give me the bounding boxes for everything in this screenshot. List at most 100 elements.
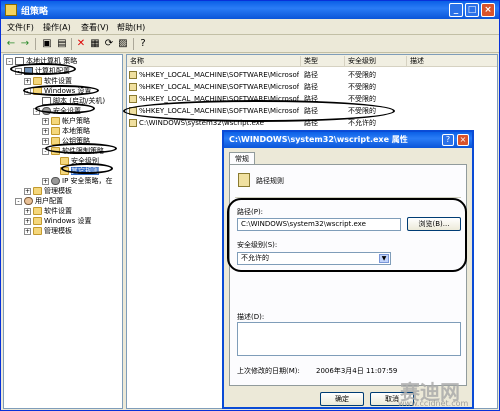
description-textarea[interactable] — [237, 322, 461, 356]
up-folder-icon[interactable]: ▣ — [41, 38, 53, 50]
column-level[interactable]: 安全级别 — [345, 56, 407, 66]
rule-name: %HKEY_LOCAL_MACHINE\SOFTWARE\Microsoft\.… — [129, 81, 299, 93]
security-level-value: 不允许的 — [241, 254, 269, 262]
tree-item[interactable]: - 软件限制策略 — [42, 146, 104, 156]
folder-icon — [33, 217, 42, 225]
expand-icon[interactable]: + — [42, 177, 49, 185]
toolbar-separator — [35, 38, 36, 50]
collapse-icon[interactable]: - — [42, 147, 49, 155]
tree-item-label: Windows 设置 — [44, 217, 92, 225]
path-rule-icon — [129, 95, 137, 103]
dialog-help-button[interactable]: ? — [442, 134, 454, 146]
tree-item[interactable]: + 管理模板 — [24, 226, 72, 236]
doc-icon — [42, 97, 51, 105]
tree-item-label: IP 安全策略，在 — [62, 177, 113, 185]
ok-button[interactable]: 确定 — [320, 392, 364, 406]
list-row[interactable]: C:\WINDOWS\system32\wscript.exe 路径 不允许的 — [127, 117, 497, 129]
collapse-icon[interactable]: - — [15, 197, 22, 205]
tree-item[interactable]: + 软件设置 — [24, 76, 72, 86]
menu-help[interactable]: 帮助(H) — [117, 22, 145, 33]
expand-icon[interactable]: + — [42, 127, 49, 135]
tree-item[interactable]: - 用户配置 — [15, 196, 63, 206]
gear-icon — [51, 177, 60, 185]
delete-icon[interactable]: ✕ — [75, 38, 87, 50]
refresh-icon[interactable]: ⟳ — [103, 38, 115, 50]
expand-icon[interactable]: + — [24, 187, 31, 195]
console-tree[interactable]: - 本地计算机 策略 - 计算机配置 + 软件设置 - Windows 设置 脚本 (启动/关机… — [3, 54, 123, 409]
back-icon[interactable]: ← — [5, 38, 17, 50]
menu-view[interactable]: 查看(V) — [81, 22, 109, 33]
properties-dialog: C:\WINDOWS\system32\wscript.exe 属性 ? × 常… — [222, 130, 474, 409]
expand-icon[interactable]: + — [24, 207, 31, 215]
tree-item[interactable]: + 公钥策略 — [42, 136, 90, 146]
toolbar-separator — [71, 38, 72, 50]
expand-icon[interactable]: + — [42, 117, 49, 125]
tree-item[interactable]: + Windows 设置 — [24, 216, 91, 226]
expand-icon[interactable]: + — [24, 217, 31, 225]
maximize-button[interactable]: □ — [465, 3, 479, 17]
chevron-down-icon[interactable]: ▼ — [379, 254, 389, 263]
dialog-close-button[interactable]: × — [457, 134, 469, 146]
column-description[interactable]: 描述 — [407, 56, 497, 66]
rule-level-text: 不允许的 — [348, 119, 376, 127]
policy-app-icon — [5, 4, 17, 16]
collapse-icon[interactable]: - — [6, 57, 13, 65]
tree-item[interactable]: + 软件设置 — [24, 206, 72, 216]
collapse-icon[interactable]: - — [33, 107, 40, 115]
rule-type: 路径 — [304, 69, 344, 81]
list-row[interactable]: %HKEY_LOCAL_MACHINE\SOFTWARE\Microsoft\.… — [127, 81, 497, 93]
tree-item[interactable]: + 帐户策略 — [42, 116, 90, 126]
expand-icon[interactable]: + — [24, 227, 31, 235]
rule-level: 不受限的 — [348, 81, 406, 93]
path-input[interactable]: C:\WINDOWS\system32\wscript.exe — [237, 218, 401, 231]
expand-icon[interactable]: + — [42, 137, 49, 145]
expand-icon[interactable]: + — [24, 77, 31, 85]
tree-item[interactable]: - 计算机配置 — [15, 66, 70, 76]
forward-icon[interactable]: → — [19, 38, 31, 50]
rule-header: 路径规则 — [256, 177, 284, 185]
minimize-button[interactable]: _ — [449, 3, 463, 17]
rule-type-text: 路径 — [304, 83, 318, 91]
list-row[interactable]: %HKEY_LOCAL_MACHINE\SOFTWARE\Microsoft\.… — [127, 93, 497, 105]
tree-item[interactable]: + 本地策略 — [42, 126, 90, 136]
tab-body: 路径规则 路径(P): C:\WINDOWS\system32\wscript.… — [229, 164, 467, 386]
rule-type-text: 路径 — [304, 119, 318, 127]
folder-icon — [33, 227, 42, 235]
list-row[interactable]: %HKEY_LOCAL_MACHINE\SOFTWARE\Microsoft\.… — [127, 105, 497, 117]
last-modified-value: 2006年3月4日 11:07:59 — [316, 367, 398, 375]
browse-button[interactable]: 浏览(B)... — [407, 217, 461, 231]
folder-icon — [51, 127, 60, 135]
column-type[interactable]: 类型 — [301, 56, 345, 66]
tree-item[interactable]: 安全级别 — [51, 156, 99, 166]
rule-name: %HKEY_LOCAL_MACHINE\SOFTWARE\Microsoft\.… — [129, 93, 299, 105]
tree-item[interactable]: 脚本 (启动/关机) — [33, 96, 105, 106]
tree-item-label: 帐户策略 — [62, 117, 90, 125]
show-hide-tree-icon[interactable]: ▤ — [56, 38, 68, 50]
rule-name-text: %HKEY_LOCAL_MACHINE\SOFTWARE\Microsoft\.… — [139, 83, 299, 91]
menu-file[interactable]: 文件(F) — [7, 22, 34, 33]
path-rule-icon — [129, 119, 137, 127]
collapse-icon[interactable]: - — [15, 67, 22, 75]
list-row[interactable]: %HKEY_LOCAL_MACHINE\SOFTWARE\Microsoft\.… — [127, 69, 497, 81]
folder-icon — [33, 77, 42, 85]
tree-item-label: 本地策略 — [62, 127, 90, 135]
help-icon[interactable]: ? — [137, 38, 149, 50]
tree-item-label: 计算机配置 — [35, 67, 70, 75]
close-button[interactable]: × — [481, 3, 495, 17]
export-list-icon[interactable]: ▨ — [117, 38, 129, 50]
rule-level-text: 不受限的 — [348, 83, 376, 91]
tree-item[interactable]: - Windows 设置 — [24, 86, 91, 96]
security-level-select[interactable]: 不允许的 ▼ — [237, 252, 391, 265]
tree-item[interactable]: + IP 安全策略，在 — [42, 176, 113, 186]
properties-icon[interactable]: ▦ — [89, 38, 101, 50]
collapse-icon[interactable]: - — [24, 87, 31, 95]
path-rule-icon — [129, 107, 137, 115]
tree-item[interactable]: - 本地计算机 策略 — [6, 56, 77, 66]
tree-item[interactable]: - 安全设置 — [33, 106, 81, 116]
menu-action[interactable]: 操作(A) — [43, 22, 71, 33]
tree-item[interactable]: 其它规则 — [51, 166, 99, 176]
rule-level-text: 不受限的 — [348, 71, 376, 79]
description-label: 描述(D): — [237, 313, 265, 321]
column-name[interactable]: 名称 — [127, 56, 301, 66]
tree-item[interactable]: + 管理模板 — [24, 186, 72, 196]
